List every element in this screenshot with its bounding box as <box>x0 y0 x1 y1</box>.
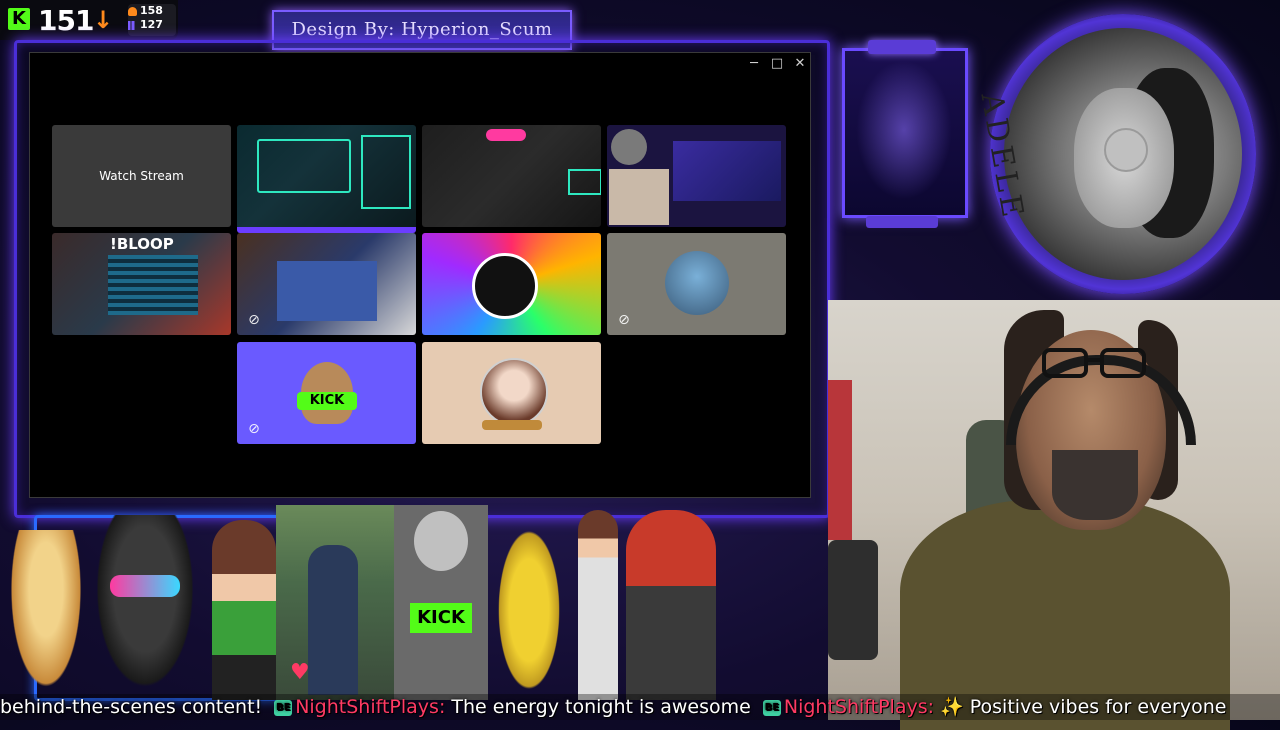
tile-stream-8[interactable]: ⊘ <box>607 233 786 335</box>
kick-mascot-statue: KICK <box>394 505 488 700</box>
banana-character <box>494 520 564 700</box>
arrow-down-icon: ↓ <box>93 6 114 34</box>
tile-kick-avatar[interactable]: KICK ⊘ <box>237 342 416 444</box>
glasses-icon <box>1042 348 1146 378</box>
viewer-count: 151 <box>38 4 94 37</box>
mic-muted-icon: ⊘ <box>248 421 260 437</box>
fire-icon <box>128 6 137 16</box>
tile-avatar-globe[interactable] <box>422 342 601 444</box>
tile-stream-2[interactable] <box>237 125 416 233</box>
stat-value-2: 127 <box>140 18 163 31</box>
record-disc <box>1104 128 1148 172</box>
stat-row-1: 158 <box>128 4 176 18</box>
stat-row-2: 127 <box>128 18 176 32</box>
overlay-box <box>568 169 601 195</box>
racer-girl-character <box>578 510 618 700</box>
user-badge-icon: BE <box>762 699 781 716</box>
minimize-button[interactable]: ─ <box>743 56 765 71</box>
frame-top-bar <box>868 40 936 54</box>
ape-character <box>90 515 200 700</box>
user-avatar <box>665 251 729 315</box>
avatar <box>611 129 647 165</box>
bloop-title: !BLOOP <box>110 235 174 253</box>
snow-globe-avatar <box>480 358 548 426</box>
chat-ticker: behind-the-scenes content! BE NightShiftP… <box>0 694 1280 720</box>
viewer-counter-widget: K 151 ↓ 158 127 <box>0 0 178 40</box>
globe-base <box>482 420 542 430</box>
close-button[interactable]: ✕ <box>789 56 811 71</box>
mic-muted-icon: ⊘ <box>248 312 260 328</box>
bloop-board <box>108 255 198 315</box>
stream-logo <box>486 129 526 141</box>
kick-badge: KICK <box>297 392 357 410</box>
streamer-beard <box>1052 450 1138 520</box>
tile-stream-7[interactable] <box>422 233 601 335</box>
tile-bloop[interactable]: !BLOOP <box>52 233 231 335</box>
stats-block: 158 127 <box>128 4 176 36</box>
overlay-panel <box>361 135 411 209</box>
maximize-button[interactable]: □ <box>766 56 788 71</box>
webcam-fan <box>828 540 878 660</box>
camera-thumb <box>609 169 669 225</box>
video-call-window: ─ □ ✕ Watch Stream !BLOOP ⊘ ⊘ KICK ⊘ <box>29 52 811 498</box>
ticker-username: NightShiftPlays: <box>783 696 935 718</box>
sparkle-effect <box>856 60 952 200</box>
overlay-panel <box>257 139 351 193</box>
adele-album-art <box>1004 28 1242 280</box>
frame-bottom-bar <box>866 216 938 228</box>
fisherman-figure <box>308 545 358 695</box>
tile-stream-4[interactable] <box>607 125 786 227</box>
ticker-message: ✨ Positive vibes for everyone <box>934 696 1227 718</box>
chronic-logo <box>472 253 538 319</box>
user-badge-icon: BE <box>274 699 293 716</box>
game-thumb <box>277 261 377 321</box>
ticker-username: NightShiftPlays: <box>295 696 446 718</box>
ticker-segment: behind-the-scenes content! <box>0 696 263 718</box>
bar-chart-icon <box>128 20 137 30</box>
kick-logo-icon: K <box>8 8 30 30</box>
ticker-message: The energy tonight is awesome <box>445 696 751 718</box>
webcam-shelf <box>828 380 852 540</box>
tile-watch-stream[interactable]: Watch Stream <box>52 125 231 227</box>
anime-girl-character <box>212 520 276 700</box>
statue-head <box>414 511 468 571</box>
duck-character <box>6 530 86 700</box>
tile-stream-6[interactable]: ⊘ <box>237 233 416 335</box>
character-strip: KICK ♥ <box>0 505 828 701</box>
watch-stream-label[interactable]: Watch Stream <box>52 125 231 227</box>
stat-value-1: 158 <box>140 4 163 17</box>
grid-thumb <box>673 141 781 201</box>
kick-sign: KICK <box>410 603 472 633</box>
tile-stream-3[interactable] <box>422 125 601 227</box>
mic-muted-icon: ⊘ <box>618 312 630 328</box>
sunglasses-icon <box>110 575 180 597</box>
red-beard-character <box>626 510 716 700</box>
heart-icon: ♥ <box>290 660 310 685</box>
